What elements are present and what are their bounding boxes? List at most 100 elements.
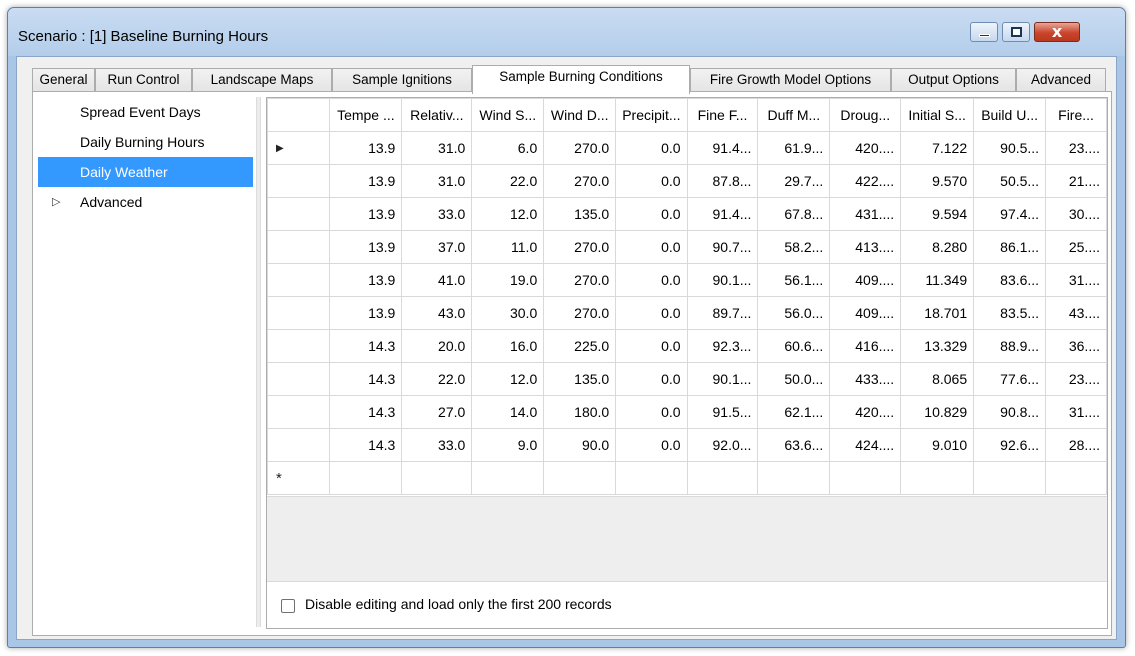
table-cell[interactable]: 13.9 [329,296,403,330]
minimize-button[interactable] [970,22,998,42]
table-cell[interactable]: 13.9 [329,197,403,231]
row-header-cell[interactable] [266,197,331,231]
table-cell[interactable]: 92.0... [686,428,759,462]
table-cell[interactable]: 27.0 [401,395,473,429]
table-row[interactable]: 13.9 33.0 12.0 135.0 0.0 91.4... 67.8... 431...… [266,197,1107,231]
table-cell[interactable]: 41.0 [401,263,473,297]
table-cell[interactable]: 90.1... [686,362,759,396]
table-cell[interactable]: 25.... [1045,230,1107,264]
table-cell[interactable]: 50.5... [973,164,1047,198]
table-cell[interactable]: 23.... [1045,362,1107,396]
table-row[interactable]: 14.3 20.0 16.0 225.0 0.0 92.3... 60.6... 416...… [266,329,1107,363]
table-cell[interactable]: 14.3 [329,395,403,429]
row-header-cell[interactable] [266,230,331,264]
table-cell[interactable] [543,461,617,495]
table-cell[interactable]: 22.0 [471,164,545,198]
table-cell[interactable]: 0.0 [615,296,688,330]
table-cell[interactable]: 31.... [1045,395,1107,429]
corner-header-cell[interactable] [266,98,331,132]
table-cell[interactable] [686,461,759,495]
table-cell[interactable]: 9.010 [900,428,975,462]
table-cell[interactable]: 13.9 [329,131,403,165]
table-cell[interactable]: 33.0 [401,197,473,231]
table-cell[interactable] [900,461,975,495]
table-cell[interactable] [1045,461,1107,495]
column-header[interactable]: Tempe ... [329,98,403,132]
row-header-cell[interactable] [266,428,331,462]
tab-advanced[interactable]: Advanced [1016,68,1106,92]
table-cell[interactable]: 86.1... [973,230,1047,264]
column-header[interactable]: Initial S... [900,98,975,132]
table-cell[interactable]: 90.8... [973,395,1047,429]
table-cell[interactable]: 28.... [1045,428,1107,462]
table-cell[interactable]: 6.0 [471,131,545,165]
table-cell[interactable]: 12.0 [471,362,545,396]
title-bar[interactable]: Scenario : [1] Baseline Burning Hours x [8,8,1125,56]
table-cell[interactable]: 270.0 [543,230,617,264]
table-cell[interactable]: 13.9 [329,263,403,297]
table-cell[interactable]: 83.6... [973,263,1047,297]
table-cell[interactable] [973,461,1047,495]
table-cell[interactable]: 90.0 [543,428,617,462]
column-header[interactable]: Precipit... [615,98,688,132]
table-row[interactable]: 14.3 33.0 9.0 90.0 0.0 92.0... 63.6... 424.... 9… [266,428,1107,462]
table-cell[interactable]: 91.5... [686,395,759,429]
table-cell[interactable]: 424.... [829,428,902,462]
table-cell[interactable]: 67.8... [757,197,831,231]
table-cell[interactable]: 0.0 [615,362,688,396]
table-cell[interactable]: 14.3 [329,329,403,363]
table-cell[interactable]: 21.... [1045,164,1107,198]
row-header-cell[interactable] [266,296,331,330]
table-cell[interactable]: 61.9... [757,131,831,165]
table-cell[interactable]: 83.5... [973,296,1047,330]
table-row[interactable]: 14.3 27.0 14.0 180.0 0.0 91.5... 62.1... 420...… [266,395,1107,429]
table-cell[interactable]: 431.... [829,197,902,231]
disable-editing-checkbox[interactable] [281,599,295,613]
table-cell[interactable]: 22.0 [401,362,473,396]
table-cell[interactable]: 270.0 [543,263,617,297]
table-cell[interactable]: 91.4... [686,197,759,231]
tab-run-control[interactable]: Run Control [95,68,192,92]
table-cell[interactable]: 92.6... [973,428,1047,462]
new-row-indicator[interactable]: * [266,461,331,495]
tree-item-advanced[interactable]: ▷ Advanced [38,187,253,217]
table-row[interactable]: 13.9 31.0 22.0 270.0 0.0 87.8... 29.7... 422...… [266,164,1107,198]
table-cell[interactable]: 29.7... [757,164,831,198]
table-cell[interactable]: 270.0 [543,131,617,165]
table-cell[interactable]: 13.9 [329,164,403,198]
table-cell[interactable]: 56.0... [757,296,831,330]
column-header[interactable]: Wind D... [543,98,617,132]
table-cell[interactable]: 97.4... [973,197,1047,231]
table-row[interactable]: 13.9 41.0 19.0 270.0 0.0 90.1... 56.1... 409...… [266,263,1107,297]
table-cell[interactable] [329,461,403,495]
table-cell[interactable]: 420.... [829,131,902,165]
current-row-indicator[interactable]: ▶ [266,131,331,165]
table-cell[interactable]: 180.0 [543,395,617,429]
table-cell[interactable]: 88.9... [973,329,1047,363]
table-cell[interactable]: 36.... [1045,329,1107,363]
splitter[interactable] [256,97,261,627]
table-cell[interactable]: 14.3 [329,428,403,462]
table-cell[interactable]: 56.1... [757,263,831,297]
table-cell[interactable]: 0.0 [615,230,688,264]
table-cell[interactable]: 225.0 [543,329,617,363]
table-cell[interactable]: 0.0 [615,164,688,198]
table-cell[interactable] [757,461,831,495]
table-cell[interactable]: 43.... [1045,296,1107,330]
table-cell[interactable]: 87.8... [686,164,759,198]
table-row[interactable]: 13.9 43.0 30.0 270.0 0.0 89.7... 56.0... 409...… [266,296,1107,330]
table-cell[interactable]: 420.... [829,395,902,429]
row-header-cell[interactable] [266,395,331,429]
table-cell[interactable]: 58.2... [757,230,831,264]
row-header-cell[interactable] [266,329,331,363]
table-cell[interactable]: 135.0 [543,197,617,231]
table-cell[interactable]: 90.7... [686,230,759,264]
table-cell[interactable] [471,461,545,495]
table-cell[interactable]: 409.... [829,296,902,330]
table-cell[interactable] [615,461,688,495]
row-header-cell[interactable] [266,362,331,396]
table-cell[interactable]: 409.... [829,263,902,297]
table-cell[interactable]: 8.280 [900,230,975,264]
table-cell[interactable]: 60.6... [757,329,831,363]
table-cell[interactable] [829,461,902,495]
